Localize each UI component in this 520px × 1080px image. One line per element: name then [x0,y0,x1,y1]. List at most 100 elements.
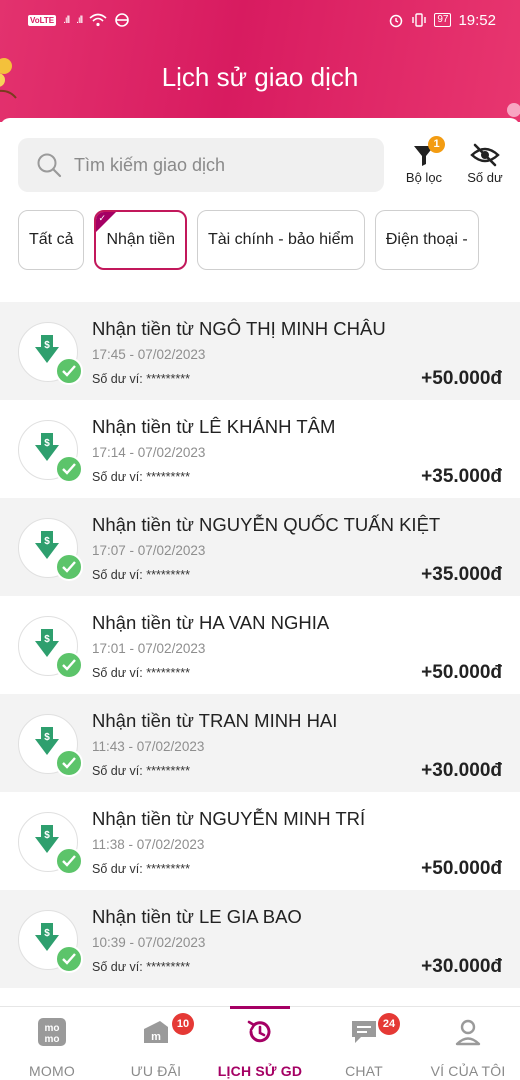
check-icon: ✓ [98,213,107,223]
signal-icon: .ıll [76,14,83,26]
chip-label: Nhận tiền [106,231,175,248]
chat-badge: 24 [378,1013,400,1035]
svg-text:$: $ [44,732,50,743]
nav-promo[interactable]: m 10 ƯU ĐÃI [104,1007,208,1080]
svg-text:$: $ [44,536,50,547]
svg-text:mo: mo [45,1034,60,1045]
wallet-balance: Số dư ví: ********* [92,666,191,680]
svg-text:m: m [151,1031,161,1043]
svg-text:mo: mo [45,1023,60,1034]
transaction-time: 17:14 - 07/02/2023 [92,445,206,460]
svg-text:$: $ [44,634,50,645]
chip-all[interactable]: Tất cả [18,210,85,270]
transaction-avatar: $ [18,420,83,483]
svg-text:$: $ [44,438,50,449]
wallet-balance: Số dư ví: ********* [92,568,191,582]
success-check-icon [55,847,83,875]
chip-label: Tài chính - bảo hiểm [207,231,354,248]
search-input[interactable] [74,154,364,176]
wallet-balance: Số dư ví: ********* [92,470,191,484]
filter-count-badge: 1 [428,136,445,153]
transaction-time: 11:38 - 07/02/2023 [92,837,205,852]
search-row: 1 Bộ lọc Số dư [18,136,510,192]
money-in-icon: $ [35,531,59,559]
nav-chat[interactable]: 24 CHAT [312,1007,416,1080]
chip-phone[interactable]: Điện thoại - [374,210,479,270]
transaction-row[interactable]: $ Nhận tiền từ TRAN MINH HAI 11:43 - 07/… [0,694,520,792]
transaction-avatar: $ [18,616,83,679]
sync-icon [115,13,129,27]
wallet-balance: Số dư ví: ********* [92,960,191,974]
battery-icon: 97 [434,13,452,27]
nav-label: ƯU ĐÃI [130,1063,182,1079]
success-check-icon [55,749,83,777]
svg-text:$: $ [44,340,50,351]
success-check-icon [55,553,83,581]
money-in-icon: $ [35,727,59,755]
vibrate-icon [412,13,427,27]
nav-label: CHAT [345,1063,383,1079]
chip-label: Điện thoại - [385,231,468,248]
success-check-icon [55,945,83,973]
transaction-amount: +30.000đ [421,956,502,977]
success-check-icon [55,357,83,385]
transaction-row[interactable]: $ Nhận tiền từ NGUYỄN MINH TRÍ 11:38 - 0… [0,792,520,890]
chip-label: Tất cả [29,231,74,248]
transaction-row[interactable]: $ Nhận tiền từ HA VAN NGHIA 17:01 - 07/0… [0,596,520,694]
nav-label: LỊCH SỬ GD [217,1063,303,1079]
transaction-name: Nhận tiền từ NGUYỄN QUỐC TUẤN KIỆT [92,514,441,535]
transaction-row[interactable]: $ Nhận tiền từ NGÔ THỊ MINH CHÂU 17:45 -… [0,302,520,400]
momo-logo-icon: mo mo [38,1018,66,1046]
transaction-row[interactable]: $ Nhận tiền từ LÊ KHÁNH TÂM 17:14 - 07/0… [0,400,520,498]
wallet-balance: Số dư ví: ********* [92,862,191,876]
transaction-row-partial [0,988,520,1000]
transaction-name: Nhận tiền từ NGUYỄN MINH TRÍ [92,808,366,829]
transaction-avatar: $ [18,812,83,875]
transaction-avatar: $ [18,910,83,973]
status-bar: VoLTE .ıll .ıll 97 19:52 [0,0,520,40]
profile-icon [455,1019,481,1046]
transaction-time: 17:01 - 07/02/2023 [92,641,206,656]
money-in-icon: $ [35,629,59,657]
transaction-row[interactable]: $ Nhận tiền từ NGUYỄN QUỐC TUẤN KIỆT 17:… [0,498,520,596]
money-in-icon: $ [35,433,59,461]
filter-label: Bộ lọc [405,170,443,185]
transaction-name: Nhận tiền từ TRAN MINH HAI [92,710,338,731]
svg-text:$: $ [44,830,50,841]
promo-icon: m [144,1021,168,1043]
balance-toggle-button[interactable]: Số dư [460,140,510,185]
transaction-name: Nhận tiền từ LE GIA BAO [92,906,302,927]
eye-off-icon [470,143,500,167]
money-in-icon: $ [35,335,59,363]
wifi-icon [89,13,107,27]
transaction-list: $ Nhận tiền từ NGÔ THỊ MINH CHÂU 17:45 -… [0,302,520,1000]
transaction-amount: +50.000đ [421,662,502,683]
transaction-name: Nhận tiền từ LÊ KHÁNH TÂM [92,416,336,437]
svg-text:$: $ [44,928,50,939]
volte-icon: VoLTE [28,14,57,26]
nav-my-wallet[interactable]: VÍ CỦA TÔI [416,1007,520,1080]
alarm-icon [390,14,403,28]
transaction-time: 17:07 - 07/02/2023 [92,543,206,558]
money-in-icon: $ [35,825,59,853]
transaction-row[interactable]: $ Nhận tiền từ LE GIA BAO 10:39 - 07/02/… [0,890,520,988]
transaction-amount: +35.000đ [421,466,502,487]
filter-button[interactable]: 1 Bộ lọc [400,136,448,185]
search-bar[interactable] [18,138,384,192]
page-title: Lịch sử giao dịch [161,62,359,92]
chip-receive-money[interactable]: ✓ Nhận tiền [94,210,187,270]
transaction-avatar: $ [18,714,83,777]
nav-label: VÍ CỦA TÔI [430,1063,506,1079]
transaction-name: Nhận tiền từ HA VAN NGHIA [92,612,330,633]
status-time: 19:52 [458,11,496,29]
chat-icon [352,1021,376,1043]
chip-finance-insurance[interactable]: Tài chính - bảo hiểm [196,210,365,270]
transaction-time: 11:43 - 07/02/2023 [92,739,205,754]
wallet-balance: Số dư ví: ********* [92,764,191,778]
nav-label: MOMO [29,1063,75,1079]
nav-momo[interactable]: mo mo MOMO [0,1007,104,1080]
transaction-amount: +50.000đ [421,368,502,389]
nav-history[interactable]: LỊCH SỬ GD [208,1006,312,1080]
balance-label: Số dư [467,170,503,185]
main-content: 1 Bộ lọc Số dư Tất cả ✓ Nhận tiền Tài [0,118,520,1010]
